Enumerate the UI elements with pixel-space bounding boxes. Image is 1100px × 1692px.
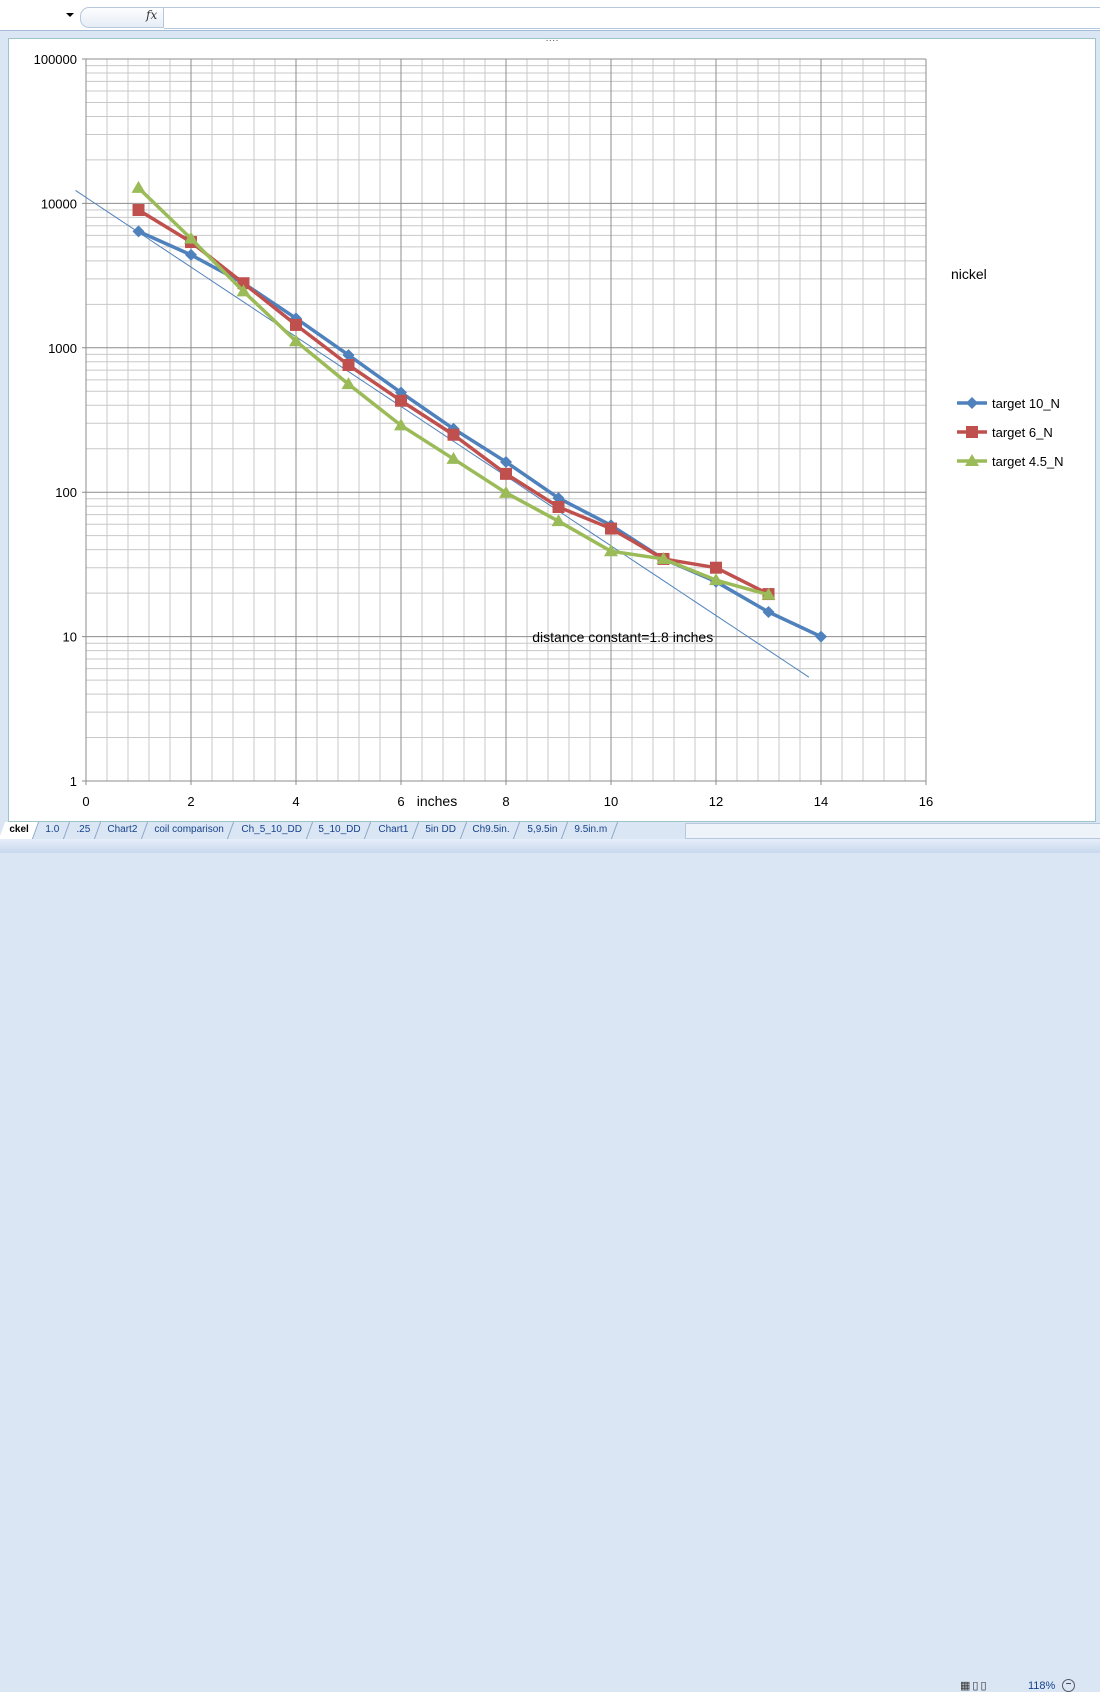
- sheet-tab[interactable]: 5_10_DD: [308, 822, 372, 839]
- chart-title: nickel: [951, 266, 987, 282]
- zoom-out-button[interactable]: −: [1062, 1679, 1075, 1692]
- chart-sheet: 1 10 100 1000 10000 100000 0 2 4 6 8 10 12 14 16 inches…: [8, 38, 1096, 822]
- sheet-tab-label: 5_10_DD: [318, 824, 362, 835]
- x-tick-label: 12: [709, 794, 723, 809]
- data-point-square: [395, 394, 407, 407]
- x-tick-label: 6: [397, 794, 404, 809]
- y-tick-label: 1: [70, 774, 77, 789]
- data-point-diamond: [966, 397, 978, 409]
- series-0: [132, 225, 827, 643]
- horizontal-scrollbar[interactable]: [685, 823, 1100, 839]
- sheet-tab[interactable]: 9.5in.m: [563, 822, 618, 839]
- sheet-tab-label: Ch9.5in.: [472, 824, 510, 835]
- legend-entry: target 10_N: [957, 396, 1060, 411]
- resize-handle-icon: ····: [545, 39, 558, 46]
- data-point-square: [132, 204, 145, 217]
- sheet-tab[interactable]: 5,9.5in: [516, 822, 568, 839]
- zoom-level[interactable]: 118%: [1028, 1680, 1055, 1692]
- sheet-tab-label: Chart1: [378, 824, 409, 835]
- sheet-tab[interactable]: ckel: [0, 822, 40, 839]
- formula-input[interactable]: [164, 7, 1100, 29]
- y-tick-label: 100000: [34, 52, 77, 67]
- data-point-square: [710, 561, 722, 574]
- sheet-tabs: ckel 1.0 .25 Chart2 coil comparison Ch_5_10_D…: [0, 822, 690, 839]
- y-tick-label: 10000: [41, 196, 77, 211]
- data-point-square: [342, 359, 355, 372]
- sheet-tab-label: 5,9.5in: [526, 824, 557, 835]
- y-tick-label: 10: [63, 630, 77, 645]
- sheet-tab[interactable]: .25: [66, 822, 102, 839]
- data-point-triangle: [131, 180, 146, 193]
- sheet-tab[interactable]: Chart2: [97, 822, 149, 839]
- data-point-square: [500, 467, 512, 480]
- sheet-tab-label: .25: [76, 824, 91, 835]
- x-tick-label: 0: [82, 794, 89, 809]
- legend-entry: target 6_N: [957, 425, 1053, 440]
- sheet-tab-label: ckel: [9, 824, 29, 835]
- x-axis-label: inches: [417, 793, 457, 809]
- sheet-tab[interactable]: Chart1: [367, 822, 419, 839]
- sheet-tab[interactable]: 1.0: [35, 822, 71, 839]
- y-tick-label: 1000: [48, 341, 77, 356]
- sheet-tab-label: Ch_5_10_DD: [241, 824, 302, 835]
- chart[interactable]: 1 10 100 1000 10000 100000 0 2 4 6 8 10 12 14 16 inches…: [9, 39, 1095, 821]
- sheet-tab-label: coil comparison: [154, 824, 225, 835]
- sheet-tab[interactable]: Ch9.5in.: [462, 822, 521, 839]
- sheet-tab[interactable]: Ch_5_10_DD: [230, 822, 313, 839]
- legend-label: target 10_N: [992, 396, 1060, 411]
- annotation: distance constant=1.8 inches: [532, 629, 713, 645]
- insert-function-button[interactable]: fx: [146, 8, 157, 22]
- data-point-square: [290, 318, 302, 331]
- series-1: [132, 204, 775, 601]
- data-point-square: [552, 500, 565, 513]
- data-point-diamond: [815, 630, 827, 643]
- x-tick-label: 10: [604, 794, 618, 809]
- sheet-tab[interactable]: 5in DD: [414, 822, 467, 839]
- sheet-tab-label: 9.5in.m: [573, 824, 607, 835]
- x-tick-label: 16: [919, 794, 933, 809]
- x-tick-label: 14: [814, 794, 828, 809]
- data-point-square: [605, 522, 617, 535]
- sheet-tab[interactable]: coil comparison: [144, 822, 235, 839]
- x-tick-label: 8: [502, 794, 509, 809]
- x-tick-label: 4: [292, 794, 299, 809]
- view-buttons[interactable]: ▦▯▯: [960, 1679, 989, 1692]
- x-tick-label: 2: [187, 794, 194, 809]
- trendline: [75, 190, 810, 678]
- sheet-tab-label: Chart2: [107, 824, 138, 835]
- formula-bar: fx: [0, 0, 1100, 31]
- legend-label: target 4.5_N: [992, 454, 1064, 469]
- legend-entry: target 4.5_N: [957, 454, 1064, 469]
- sheet-tab-label: 5in DD: [425, 824, 456, 835]
- legend-label: target 6_N: [992, 425, 1053, 440]
- sheet-tab-label: 1.0: [45, 824, 60, 835]
- status-bar: ▦▯▯ 118% −: [0, 839, 1100, 1692]
- series-2: [131, 180, 776, 600]
- y-tick-label: 100: [55, 485, 77, 500]
- data-point-square: [966, 426, 978, 438]
- data-point-square: [447, 428, 460, 441]
- name-box-dropdown-icon[interactable]: [66, 13, 74, 17]
